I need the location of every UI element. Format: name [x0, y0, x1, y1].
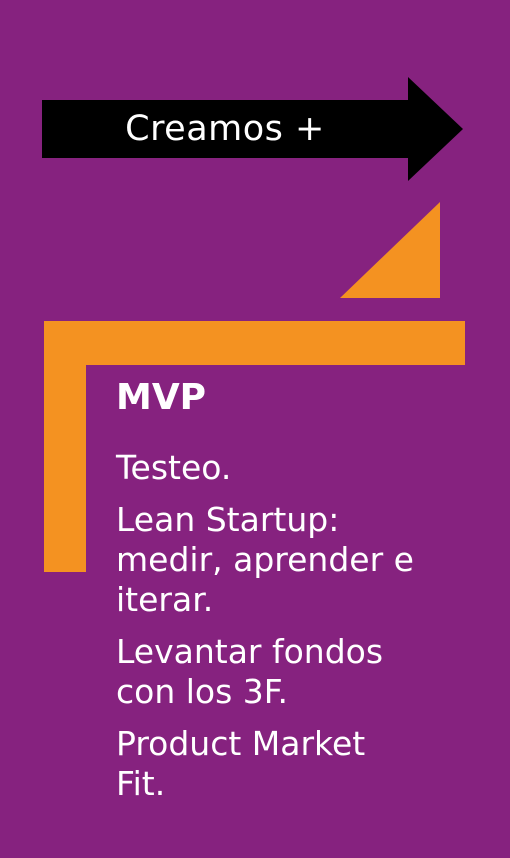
list-item: Testeo. [116, 448, 232, 487]
orange-triangle [340, 202, 440, 298]
item-list: Testeo. Lean Startup: medir, aprender e … [116, 448, 496, 816]
list-item: Lean Startup: medir, aprender e iterar. [116, 500, 414, 619]
section-heading: MVP [116, 377, 207, 418]
list-item: Levantar fondos con los 3F. [116, 632, 384, 711]
list-item: Product Market Fit. [116, 724, 366, 803]
arrow-label: Creamos + [125, 108, 325, 149]
slide-canvas: Creamos + MVP Testeo. Lean Startup: medi… [0, 0, 510, 858]
